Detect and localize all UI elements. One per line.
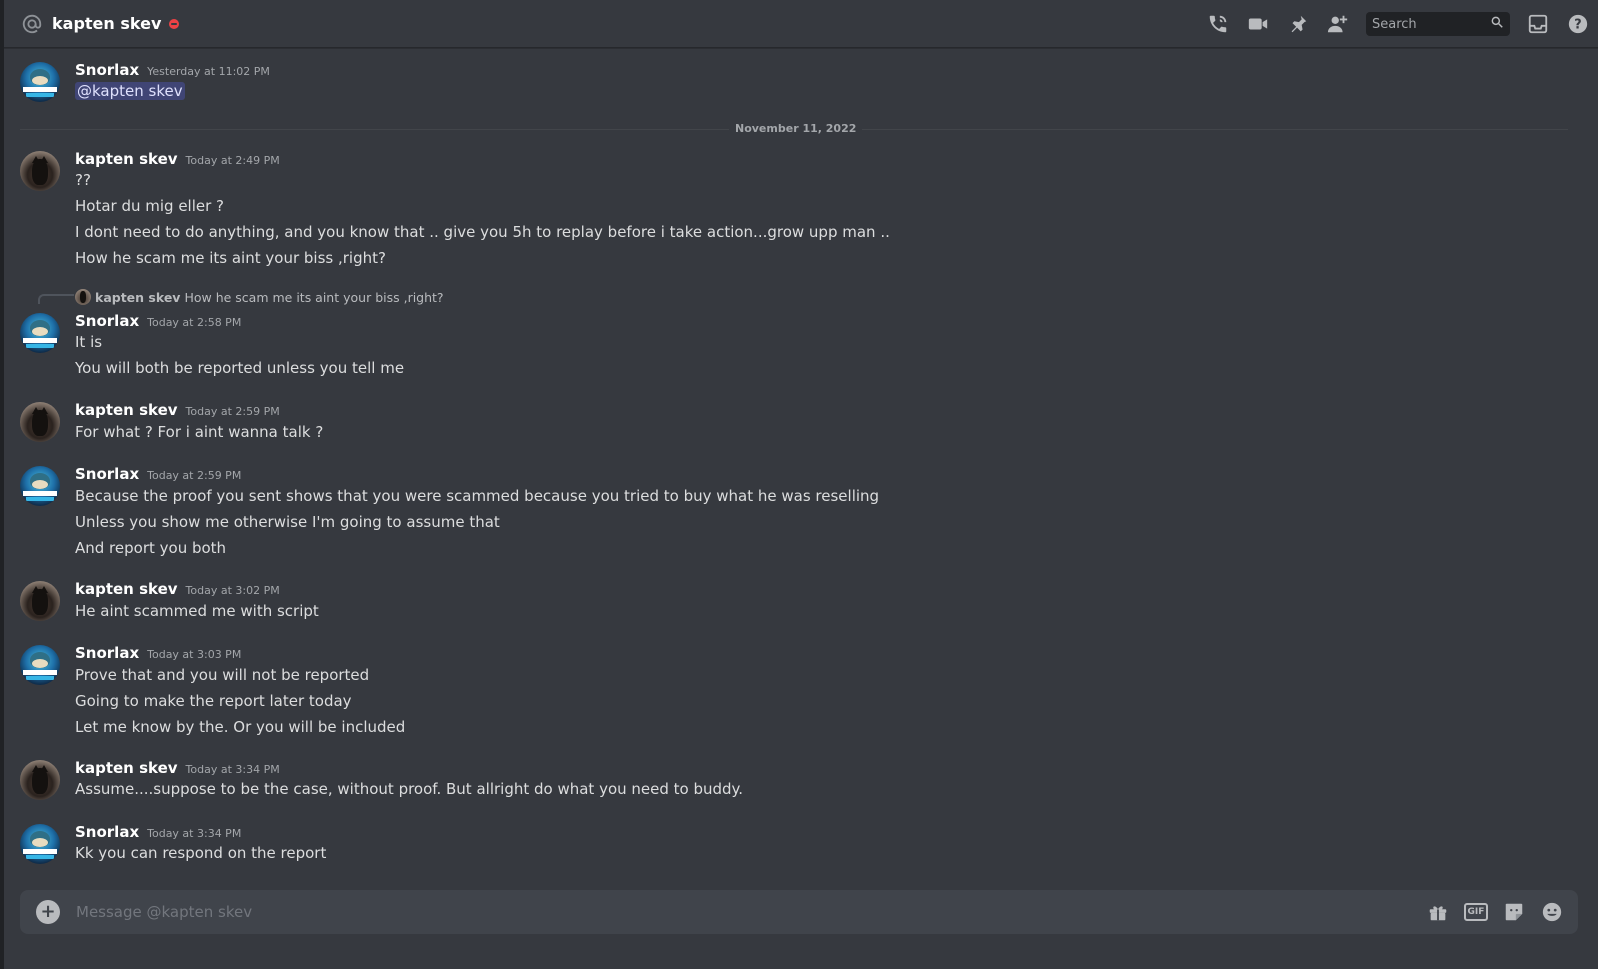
timestamp: Today at 3:02 PM bbox=[185, 584, 280, 597]
inbox-icon[interactable] bbox=[1526, 12, 1550, 36]
gift-icon[interactable] bbox=[1426, 900, 1450, 924]
timestamp: Today at 3:34 PM bbox=[147, 827, 242, 840]
avatar[interactable] bbox=[20, 402, 60, 442]
add-friends-to-dm-icon[interactable] bbox=[1326, 12, 1350, 36]
timestamp: Today at 2:58 PM bbox=[147, 316, 242, 329]
message-text: @kapten skev bbox=[75, 82, 185, 100]
header-toolbar: Search ? bbox=[1198, 0, 1598, 48]
username[interactable]: Snorlax bbox=[75, 312, 139, 330]
reply-avatar bbox=[75, 289, 91, 305]
message-text: Hotar du mig eller ? bbox=[75, 197, 225, 215]
search-input[interactable]: Search bbox=[1366, 12, 1510, 36]
avatar[interactable] bbox=[20, 760, 60, 800]
username[interactable]: Snorlax bbox=[75, 823, 139, 841]
do-not-disturb-status-icon bbox=[169, 18, 180, 29]
help-icon[interactable]: ? bbox=[1566, 12, 1590, 36]
avatar[interactable] bbox=[20, 62, 60, 102]
avatar[interactable] bbox=[20, 151, 60, 191]
username[interactable]: kapten skev bbox=[75, 759, 178, 777]
message-header: Snorlax Today at 2:59 PM bbox=[75, 465, 241, 483]
timestamp: Yesterday at 11:02 PM bbox=[147, 65, 270, 78]
sticker-icon[interactable] bbox=[1502, 900, 1526, 924]
timestamp: Today at 2:49 PM bbox=[185, 154, 280, 167]
avatar[interactable] bbox=[20, 581, 60, 621]
gif-picker-button[interactable]: GIF bbox=[1464, 900, 1488, 924]
voice-call-icon[interactable] bbox=[1206, 12, 1230, 36]
message-text: How he scam me its aint your biss ,right… bbox=[75, 249, 386, 267]
message-text: Assume....suppose to be the case, withou… bbox=[75, 780, 744, 798]
channel-header: kapten skev Search ? bbox=[4, 0, 1598, 48]
upload-plus-button[interactable]: + bbox=[36, 900, 60, 924]
message-text: Let me know by the. Or you will be inclu… bbox=[75, 718, 406, 736]
message-input[interactable] bbox=[76, 903, 1419, 921]
message-header: kapten skev Today at 3:02 PM bbox=[75, 580, 280, 598]
message-text: It is bbox=[75, 333, 103, 351]
timestamp: Today at 3:03 PM bbox=[147, 648, 242, 661]
reply-preview[interactable]: kapten skev How he scam me its aint your… bbox=[75, 289, 444, 305]
reply-connector bbox=[38, 294, 74, 304]
at-sign-icon bbox=[20, 12, 44, 36]
timestamp: Today at 3:34 PM bbox=[185, 763, 280, 776]
user-mention[interactable]: @kapten skev bbox=[75, 82, 185, 100]
timestamp: Today at 2:59 PM bbox=[185, 405, 280, 418]
message-text: And report you both bbox=[75, 539, 227, 557]
message-text: Kk you can respond on the report bbox=[75, 844, 327, 862]
search-placeholder: Search bbox=[1372, 16, 1417, 32]
video-call-icon[interactable] bbox=[1246, 12, 1270, 36]
avatar[interactable] bbox=[20, 466, 60, 506]
message-header: Snorlax Today at 2:58 PM bbox=[75, 312, 241, 330]
dm-recipient-name: kapten skev bbox=[52, 14, 162, 33]
message-text: For what ? For i aint wanna talk ? bbox=[75, 423, 324, 441]
message-header: kapten skev Today at 3:34 PM bbox=[75, 759, 280, 777]
message-text: Prove that and you will not be reported bbox=[75, 666, 370, 684]
date-divider-label: November 11, 2022 bbox=[729, 122, 863, 135]
avatar[interactable] bbox=[20, 824, 60, 864]
svg-text:?: ? bbox=[1574, 18, 1581, 33]
message-text: You will both be reported unless you tel… bbox=[75, 359, 405, 377]
message-header: Snorlax Yesterday at 11:02 PM bbox=[75, 61, 270, 79]
username[interactable]: kapten skev bbox=[75, 150, 178, 168]
message-header: kapten skev Today at 2:49 PM bbox=[75, 150, 280, 168]
message-composer: + GIF bbox=[20, 890, 1578, 934]
message-header: kapten skev Today at 2:59 PM bbox=[75, 401, 280, 419]
message-text: Unless you show me otherwise I'm going t… bbox=[75, 513, 500, 531]
avatar[interactable] bbox=[20, 313, 60, 353]
username[interactable]: Snorlax bbox=[75, 61, 139, 79]
emoji-icon[interactable] bbox=[1540, 900, 1564, 924]
message-text: Going to make the report later today bbox=[75, 692, 352, 710]
username[interactable]: Snorlax bbox=[75, 644, 139, 662]
timestamp: Today at 2:59 PM bbox=[147, 469, 242, 482]
message-text: He aint scammed me with script bbox=[75, 602, 319, 620]
search-icon bbox=[1490, 15, 1504, 33]
reply-text[interactable]: How he scam me its aint your biss ,right… bbox=[184, 290, 443, 305]
pinned-messages-icon[interactable] bbox=[1286, 12, 1310, 36]
gif-label: GIF bbox=[1464, 903, 1488, 921]
message-list: Snorlax Yesterday at 11:02 PM @kapten sk… bbox=[4, 48, 1598, 888]
message-text: ?? bbox=[75, 171, 91, 189]
message-header: Snorlax Today at 3:03 PM bbox=[75, 644, 241, 662]
message-text: Because the proof you sent shows that yo… bbox=[75, 487, 880, 505]
username[interactable]: Snorlax bbox=[75, 465, 139, 483]
username[interactable]: kapten skev bbox=[75, 401, 178, 419]
message-text: I dont need to do anything, and you know… bbox=[75, 223, 890, 241]
message-header: Snorlax Today at 3:34 PM bbox=[75, 823, 241, 841]
username[interactable]: kapten skev bbox=[75, 580, 178, 598]
reply-author[interactable]: kapten skev bbox=[95, 290, 180, 305]
avatar[interactable] bbox=[20, 645, 60, 685]
